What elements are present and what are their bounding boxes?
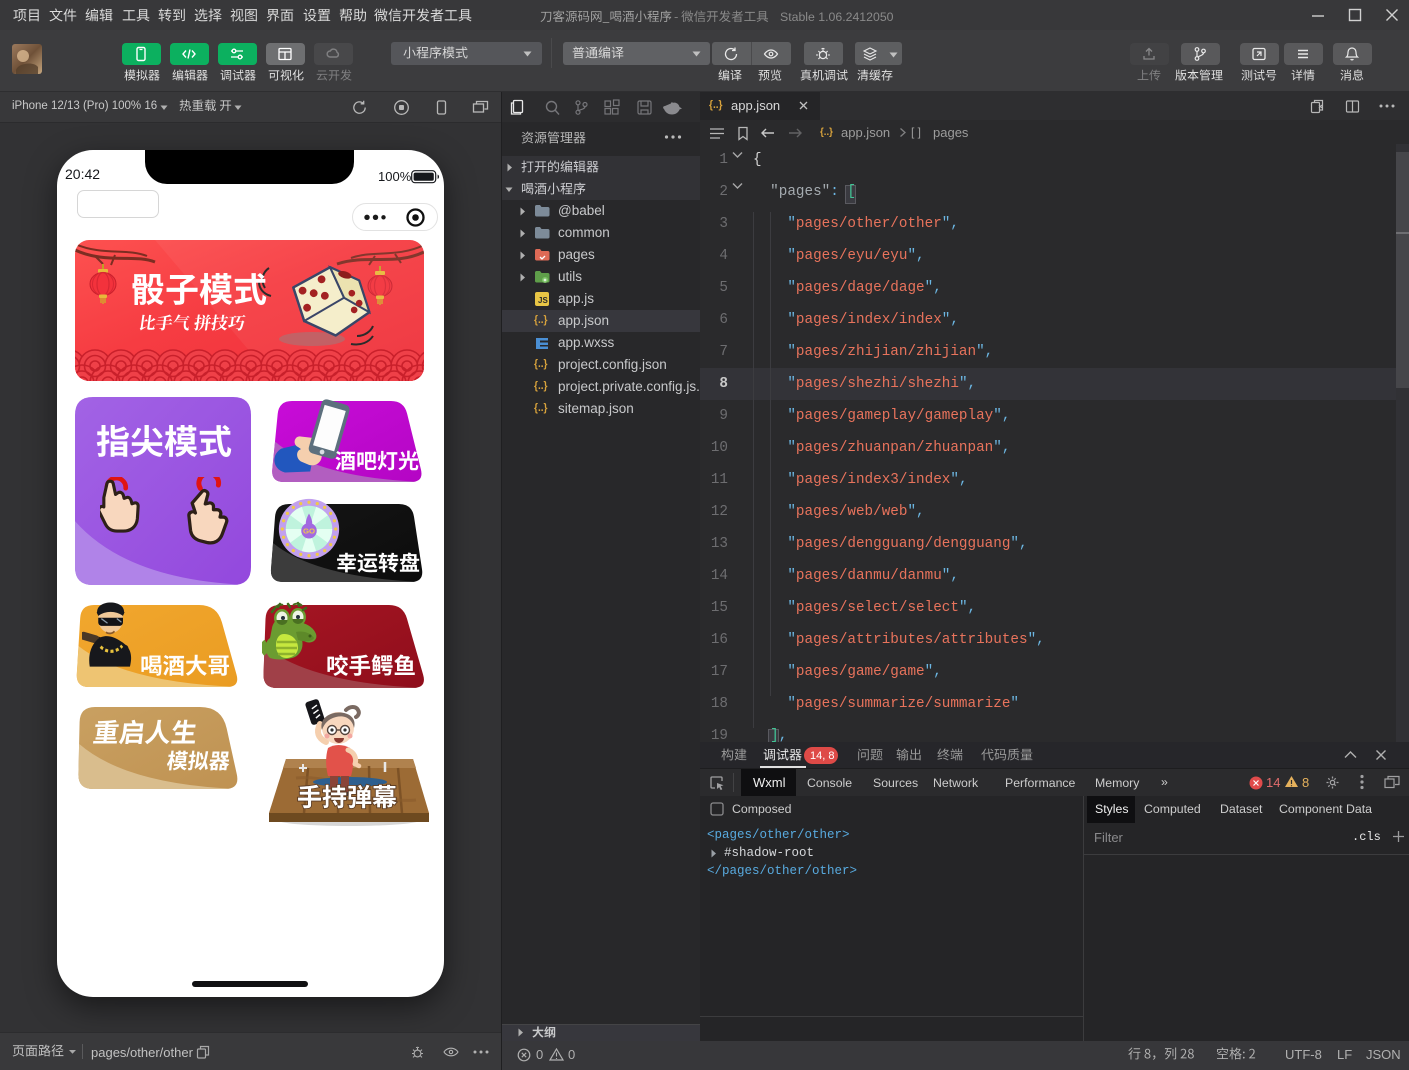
svg-text:GO: GO xyxy=(303,527,315,536)
